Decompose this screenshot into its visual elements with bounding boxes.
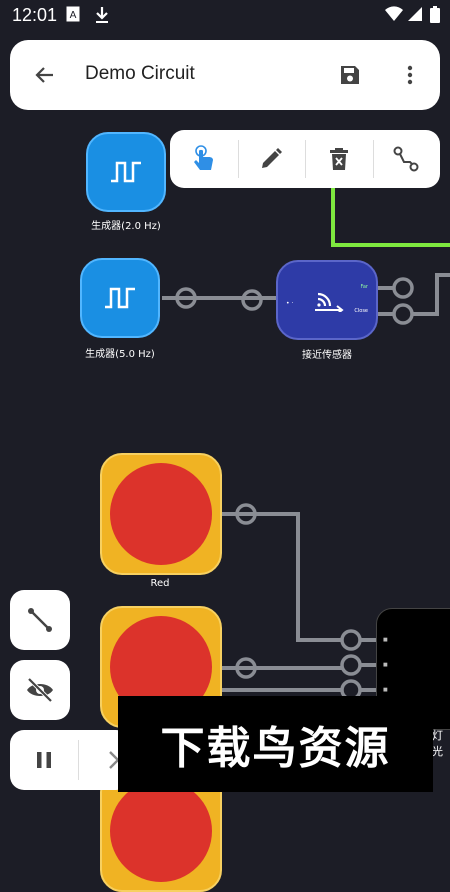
watermark-overlay: 下载鸟资源: [118, 696, 433, 792]
connector-port[interactable]: [340, 654, 362, 676]
visibility-toggle-button[interactable]: [10, 660, 70, 720]
wire-display-in[interactable]: [360, 638, 376, 692]
display-port-marker: ■: [383, 637, 388, 643]
sensor-far-label: Far: [360, 284, 368, 290]
pause-icon: [37, 752, 51, 768]
delete-icon: [329, 148, 348, 170]
edit-pencil-icon: [262, 148, 283, 168]
watermark-text: 下载鸟资源: [160, 723, 391, 774]
lamp-bulb: [110, 463, 212, 565]
square-wave-icon: [111, 161, 141, 183]
pause-button[interactable]: [32, 748, 56, 776]
display-port-marker: ■: [383, 687, 388, 693]
connect-tool-button[interactable]: [372, 130, 441, 188]
sensor-input-marker: • ·: [286, 300, 294, 307]
active-wire[interactable]: [331, 188, 450, 247]
display-label: 灯光: [432, 729, 443, 758]
connector-port[interactable]: [392, 303, 414, 325]
lamp-node-red[interactable]: [100, 453, 222, 575]
wire-sensor-out[interactable]: [378, 273, 450, 316]
display-port-marker: ■: [383, 662, 388, 668]
generator-1-label: 生成器(2.0 Hz): [91, 221, 161, 232]
generator-node-2[interactable]: [80, 258, 160, 338]
generator-node-1[interactable]: [86, 132, 166, 212]
visibility-off-icon: [27, 677, 53, 703]
touch-icon: [193, 145, 213, 170]
wire-mode-button[interactable]: [10, 590, 70, 650]
sensor-close-label: Close: [354, 308, 368, 314]
generator-2-label: 生成器(5.0 Hz): [85, 349, 155, 360]
edit-toolbar: [170, 130, 440, 188]
connector-port[interactable]: [340, 629, 362, 651]
delete-tool-button[interactable]: [305, 130, 373, 188]
sensor-label: 接近传感器: [302, 350, 352, 361]
touch-tool-button[interactable]: [170, 130, 238, 188]
proximity-sensor-node[interactable]: • · Far Close: [276, 260, 378, 340]
wire-lamp1[interactable]: [222, 512, 342, 642]
proximity-signal-icon: [315, 292, 344, 312]
connector-port[interactable]: [392, 277, 414, 299]
wire-icon: [28, 608, 52, 632]
connect-wire-icon: [393, 146, 419, 172]
playback-controls: [10, 730, 130, 790]
square-wave-icon: [105, 287, 135, 309]
lamp-bulb: [110, 780, 212, 882]
lamp-red-label: Red: [150, 578, 170, 589]
divider: [78, 740, 79, 780]
edit-tool-button[interactable]: [237, 130, 306, 188]
